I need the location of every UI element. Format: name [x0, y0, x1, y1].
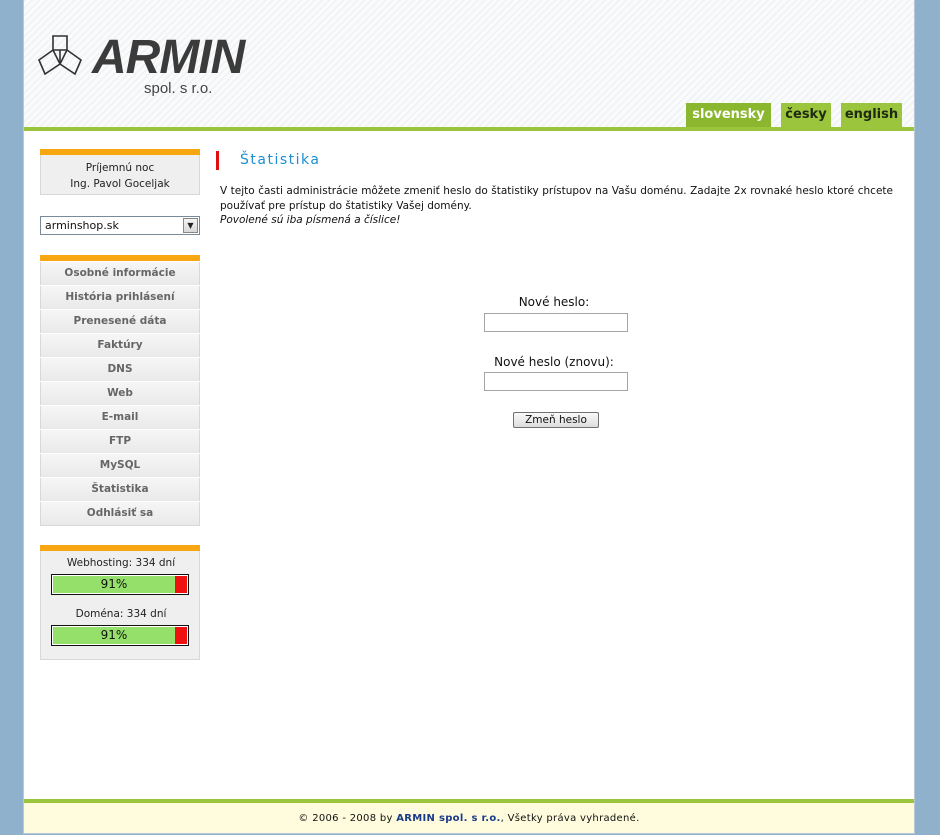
webhosting-progress-remaining — [175, 576, 187, 593]
domain-select[interactable]: arminshop.sk ▼ — [40, 216, 200, 235]
domain-percent: 91% — [100, 628, 128, 642]
status-box: Webhosting: 334 dní 91% Doména: 334 dní … — [40, 545, 200, 660]
header-divider — [24, 127, 914, 131]
title-marker — [216, 151, 219, 170]
password-rule-note: Povolené sú iba písmená a číslice! — [220, 214, 401, 226]
page-description: V tejto časti administrácie môžete zmeni… — [220, 185, 893, 212]
logo[interactable]: ARMIN spol. s r.o. — [36, 30, 245, 102]
sidebar-item-invoices[interactable]: Faktúry — [40, 334, 200, 357]
header: ARMIN spol. s r.o. slovensky česky engli… — [24, 0, 914, 127]
sidebar-item-web[interactable]: Web — [40, 382, 200, 405]
lang-tab-slovensky[interactable]: slovensky — [686, 103, 771, 127]
repeat-password-input[interactable] — [484, 372, 628, 391]
change-password-button[interactable]: Zmeň heslo — [513, 412, 599, 428]
sidebar-item-mysql[interactable]: MySQL — [40, 454, 200, 477]
webhosting-label: Webhosting: 334 dní — [66, 557, 176, 569]
armin-logo-icon — [38, 35, 82, 76]
sidebar-item-personal-info[interactable]: Osobné informácie — [40, 262, 200, 285]
menu-top — [40, 255, 200, 261]
page-title: Štatistika — [240, 152, 321, 168]
sidebar-item-dns[interactable]: DNS — [40, 358, 200, 381]
user-name: Ing. Pavol Goceljak — [70, 178, 170, 190]
sidebar-item-ftp[interactable]: FTP — [40, 430, 200, 453]
footer-brand-link[interactable]: ARMIN spol. s r.o. — [396, 813, 500, 824]
domain-progress: 91% — [51, 625, 189, 646]
sidebar-item-email[interactable]: E-mail — [40, 406, 200, 429]
repeat-password-label: Nové heslo (znovu): — [494, 355, 614, 369]
sidebar-menu: Osobné informácie História prihlásení Pr… — [40, 255, 200, 526]
footer-rights: , Všetky práva vyhradené. — [500, 813, 640, 824]
lang-tab-cesky[interactable]: česky — [781, 103, 831, 127]
footer-copyright: © 2006 - 2008 by — [298, 813, 397, 824]
sidebar-item-statistics[interactable]: Štatistika — [40, 478, 200, 501]
sidebar-item-logout[interactable]: Odhlásiť sa — [40, 502, 200, 526]
new-password-label: Nové heslo: — [518, 295, 590, 309]
greeting-box: Príjemnú noc Ing. Pavol Goceljak — [40, 149, 200, 195]
sidebar-item-login-history[interactable]: História prihlásení — [40, 286, 200, 309]
greeting-line: Príjemnú noc — [85, 162, 155, 174]
greeting: Príjemnú noc Ing. Pavol Goceljak — [40, 155, 200, 195]
chevron-down-icon[interactable]: ▼ — [183, 218, 198, 233]
lang-tab-english[interactable]: english — [841, 103, 902, 127]
webhosting-percent: 91% — [100, 577, 128, 591]
logo-subtext: spol. s r.o. — [144, 80, 213, 97]
sidebar-item-transferred-data[interactable]: Prenesené dáta — [40, 310, 200, 333]
page: ARMIN spol. s r.o. slovensky česky engli… — [24, 0, 914, 833]
logo-wordmark: ARMIN — [92, 31, 245, 84]
domain-progress-remaining — [175, 627, 187, 644]
domain-label: Doména: 334 dní — [75, 608, 167, 620]
domain-select-value: arminshop.sk — [45, 219, 119, 232]
new-password-input[interactable] — [484, 313, 628, 332]
footer: © 2006 - 2008 by ARMIN spol. s r.o., Vše… — [24, 803, 914, 833]
status-body: Webhosting: 334 dní 91% Doména: 334 dní … — [40, 551, 200, 660]
webhosting-progress: 91% — [51, 574, 189, 595]
